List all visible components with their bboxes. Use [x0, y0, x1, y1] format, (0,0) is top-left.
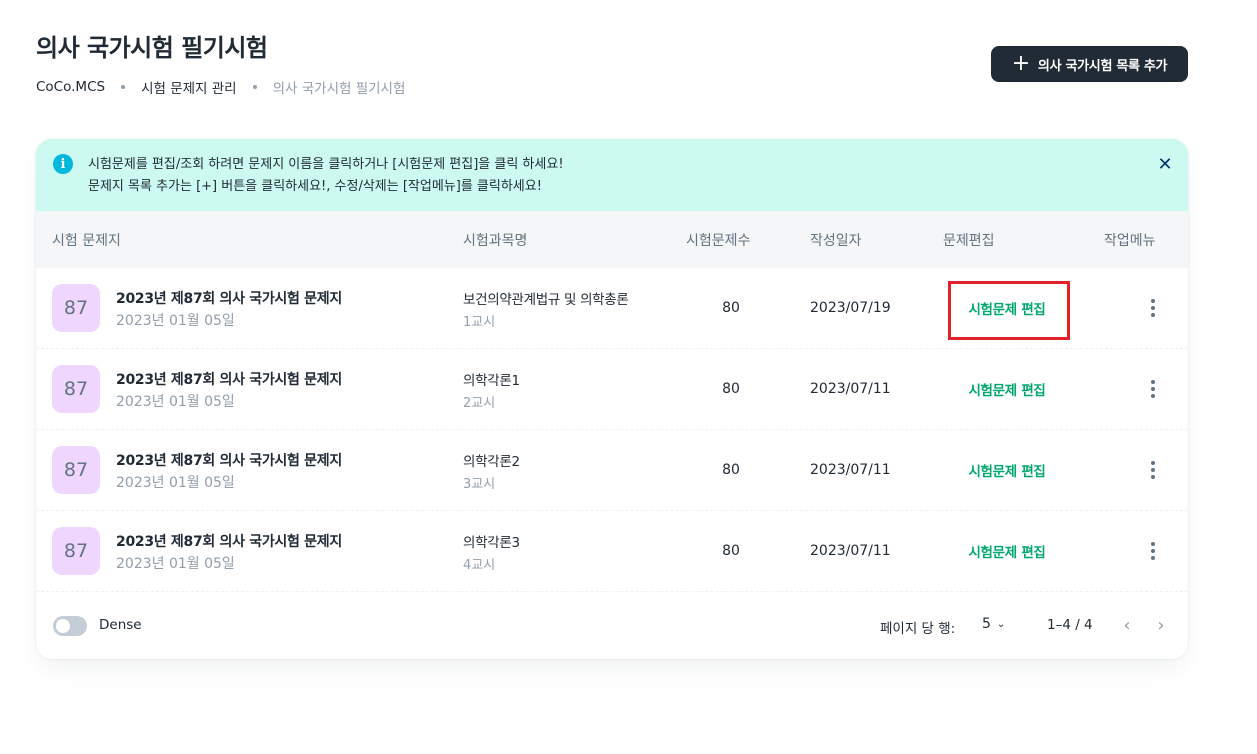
add-exam-list-button[interactable]: + 의사 국가시험 목록 추가: [991, 46, 1188, 82]
exam-period: 2교시: [463, 396, 496, 411]
info-alert: i 시험문제를 편집/조회 하려면 문제지 이름을 클릭하거나 [시험문제 편집…: [36, 139, 1188, 211]
subject-name: 의학각론3: [463, 535, 520, 551]
edit-questions-button[interactable]: 시험문제 편집: [945, 298, 1069, 318]
exam-sheet-title-link[interactable]: 2023년 제87회 의사 국가시험 문제지: [116, 450, 342, 470]
question-count: 80: [722, 381, 740, 397]
edit-questions-button[interactable]: 시험문제 편집: [945, 460, 1069, 480]
dense-toggle[interactable]: [53, 616, 87, 636]
alert-message-line-1: 시험문제를 편집/조회 하려면 문제지 이름을 클릭하거나 [시험문제 편집]을…: [88, 157, 564, 172]
column-header-created-date[interactable]: 작성일자: [810, 230, 862, 250]
rows-per-page-label: 페이지 당 행:: [880, 621, 956, 637]
exam-sheet-title-link[interactable]: 2023년 제87회 의사 국가시험 문제지: [116, 369, 342, 389]
breadcrumb-separator: [252, 85, 257, 89]
exam-period: 1교시: [463, 315, 496, 330]
created-date: 2023/07/11: [810, 462, 891, 478]
table-row[interactable]: 87 2023년 제87회 의사 국가시험 문제지 2023년 01월 05일 …: [36, 511, 1188, 592]
table-row[interactable]: 87 2023년 제87회 의사 국가시험 문제지 2023년 01월 05일 …: [36, 349, 1188, 430]
more-vertical-icon[interactable]: [1143, 377, 1163, 401]
chevron-down-icon: ⌄: [996, 618, 1006, 630]
rows-per-page-select[interactable]: 5 ⌄: [982, 616, 1005, 632]
subject-name: 의학각론2: [463, 454, 520, 470]
pagination-range: 1–4 / 4: [1047, 617, 1093, 633]
table-row[interactable]: 87 2023년 제87회 의사 국가시험 문제지 2023년 01월 05일 …: [36, 268, 1188, 349]
column-header-question-count[interactable]: 시험문제수: [686, 230, 750, 250]
table-header: 시험 문제지 시험과목명 시험문제수 작성일자 문제편집 작업메뉴: [36, 211, 1188, 268]
exam-date: 2023년 01월 05일: [116, 475, 235, 491]
exam-sheet-table-card: i 시험문제를 편집/조회 하려면 문제지 이름을 클릭하거나 [시험문제 편집…: [36, 139, 1188, 659]
column-header-edit: 문제편집: [943, 233, 995, 249]
alert-message: 시험문제를 편집/조회 하려면 문제지 이름을 클릭하거나 [시험문제 편집]을…: [88, 154, 564, 198]
more-vertical-icon[interactable]: [1143, 458, 1163, 482]
exam-period: 3교시: [463, 477, 496, 492]
toggle-knob: [56, 619, 70, 633]
more-vertical-icon[interactable]: [1143, 539, 1163, 563]
created-date: 2023/07/11: [810, 543, 891, 559]
exam-date: 2023년 01월 05일: [116, 313, 235, 329]
exam-number-badge: 87: [52, 527, 100, 575]
exam-date: 2023년 01월 05일: [116, 556, 235, 572]
close-icon[interactable]: ✕: [1154, 153, 1176, 175]
add-exam-list-button-label: 의사 국가시험 목록 추가: [1037, 58, 1168, 74]
table-row[interactable]: 87 2023년 제87회 의사 국가시험 문제지 2023년 01월 05일 …: [36, 430, 1188, 511]
more-vertical-icon[interactable]: [1143, 296, 1163, 320]
rows-per-page-value: 5: [982, 616, 991, 632]
question-count: 80: [722, 300, 740, 316]
exam-number-badge: 87: [52, 446, 100, 494]
breadcrumb-item-exam-management[interactable]: 시험 문제지 관리: [141, 77, 237, 97]
question-count: 80: [722, 543, 740, 559]
exam-period: 4교시: [463, 558, 496, 573]
exam-number-badge: 87: [52, 365, 100, 413]
edit-questions-button[interactable]: 시험문제 편집: [945, 541, 1069, 561]
info-icon: i: [53, 154, 73, 174]
created-date: 2023/07/19: [810, 300, 891, 316]
column-header-actions: 작업메뉴: [1104, 233, 1156, 249]
edit-questions-button[interactable]: 시험문제 편집: [945, 379, 1069, 399]
exam-sheet-title-link[interactable]: 2023년 제87회 의사 국가시험 문제지: [116, 531, 342, 551]
breadcrumb-item-home[interactable]: CoCo.MCS: [36, 79, 105, 95]
table-pagination: Dense 페이지 당 행: 5 ⌄ 1–4 / 4 ‹ ›: [36, 592, 1188, 659]
column-header-exam-sheet[interactable]: 시험 문제지: [52, 230, 121, 250]
created-date: 2023/07/11: [810, 381, 891, 397]
breadcrumb-separator: [121, 85, 126, 89]
exam-number-badge: 87: [52, 284, 100, 332]
dense-label: Dense: [99, 617, 142, 633]
breadcrumb: CoCo.MCS 시험 문제지 관리 의사 국가시험 필기시험: [36, 77, 405, 97]
exam-sheet-title-link[interactable]: 2023년 제87회 의사 국가시험 문제지: [116, 288, 342, 308]
subject-name: 의학각론1: [463, 373, 520, 389]
alert-message-line-2: 문제지 목록 추가는 [+] 버튼을 클릭하세요!, 수정/삭제는 [작업메뉴]…: [88, 179, 542, 194]
plus-icon: +: [1011, 51, 1030, 76]
question-count: 80: [722, 462, 740, 478]
exam-date: 2023년 01월 05일: [116, 394, 235, 410]
chevron-right-icon[interactable]: ›: [1149, 613, 1173, 637]
page-title: 의사 국가시험 필기시험: [36, 34, 268, 62]
subject-name: 보건의약관계법규 및 의학총론: [463, 292, 629, 308]
column-header-subject[interactable]: 시험과목명: [463, 230, 527, 250]
chevron-left-icon[interactable]: ‹: [1115, 613, 1139, 637]
breadcrumb-item-current: 의사 국가시험 필기시험: [272, 81, 406, 97]
